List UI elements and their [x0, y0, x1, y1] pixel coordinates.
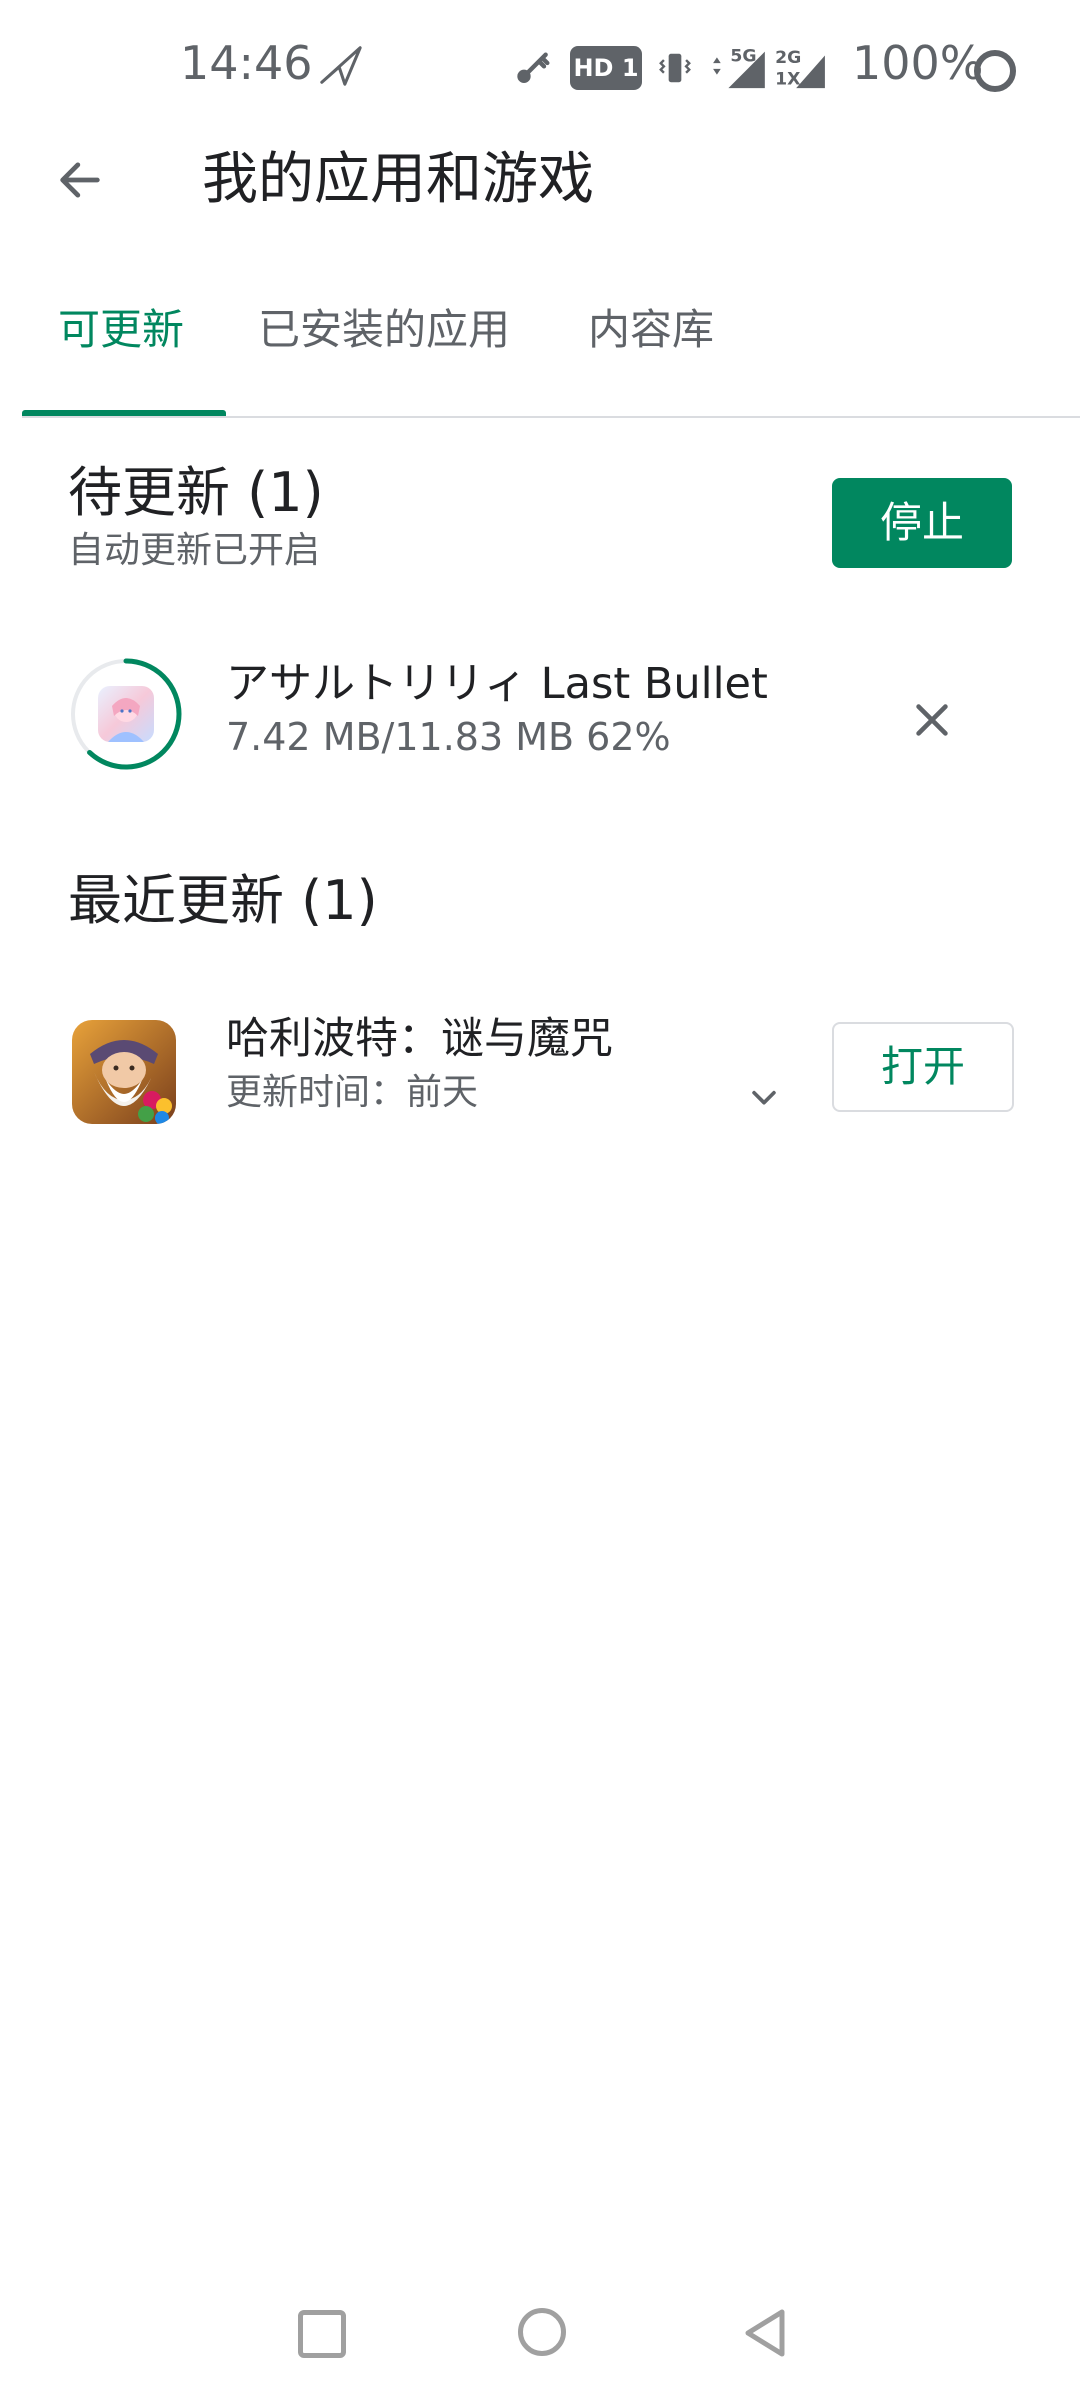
tab-library[interactable]: 内容库 — [588, 300, 714, 360]
battery-icon — [974, 50, 1016, 92]
signal-2g-label: 2G — [775, 48, 801, 68]
hd-badge: HD 1 — [570, 46, 642, 90]
back-button[interactable] — [40, 140, 120, 220]
pending-app-name: アサルトリリィ Last Bullet — [226, 659, 768, 709]
status-bar: 14:46 HD 1 5G 2G 1X 100% — [0, 0, 1080, 140]
arrow-left-icon — [60, 162, 100, 198]
open-app-button[interactable]: 打开 — [832, 1022, 1014, 1112]
battery-percent: 100% — [852, 36, 984, 90]
recent-app-name: 哈利波特：谜与魔咒 — [226, 1014, 613, 1064]
send-icon — [320, 46, 362, 86]
back-nav-button[interactable] — [740, 2306, 790, 2360]
expand-details-button[interactable] — [736, 1074, 792, 1120]
signal-5g-label: 5G — [730, 46, 756, 66]
pending-app-progress-text: 7.42 MB/11.83 MB 62% — [226, 715, 671, 759]
tab-updates[interactable]: 可更新 — [58, 300, 184, 360]
tab-installed[interactable]: 已安装的应用 — [258, 300, 510, 360]
stop-button[interactable]: 停止 — [832, 478, 1012, 568]
signal-2g-icon: 2G 1X — [775, 48, 825, 89]
signal-5g-icon: 5G — [713, 46, 765, 89]
close-icon — [916, 704, 948, 736]
assault-lily-app-icon — [98, 686, 154, 742]
recent-section-title: 最近更新 (1) — [68, 869, 378, 932]
home-nav-button[interactable] — [518, 2308, 566, 2356]
status-time: 14:46 — [180, 36, 313, 90]
tab-divider — [22, 416, 1080, 418]
recent-app-update-time: 更新时间：前天 — [226, 1072, 479, 1113]
pending-section-title: 待更新 (1) — [68, 461, 324, 524]
recent-apps-nav-button[interactable] — [298, 2310, 346, 2358]
vibrate-icon — [659, 53, 691, 83]
triangle-back-icon — [745, 2309, 785, 2357]
chevron-down-icon — [752, 1090, 776, 1105]
auto-update-status: 自动更新已开启 — [68, 530, 321, 571]
vpn-key-icon — [517, 52, 550, 83]
page-title: 我的应用和游戏 — [202, 147, 594, 212]
signal-1x-label: 1X — [775, 69, 800, 89]
cancel-download-button[interactable] — [892, 680, 972, 760]
harry-potter-app-icon — [72, 1020, 176, 1124]
